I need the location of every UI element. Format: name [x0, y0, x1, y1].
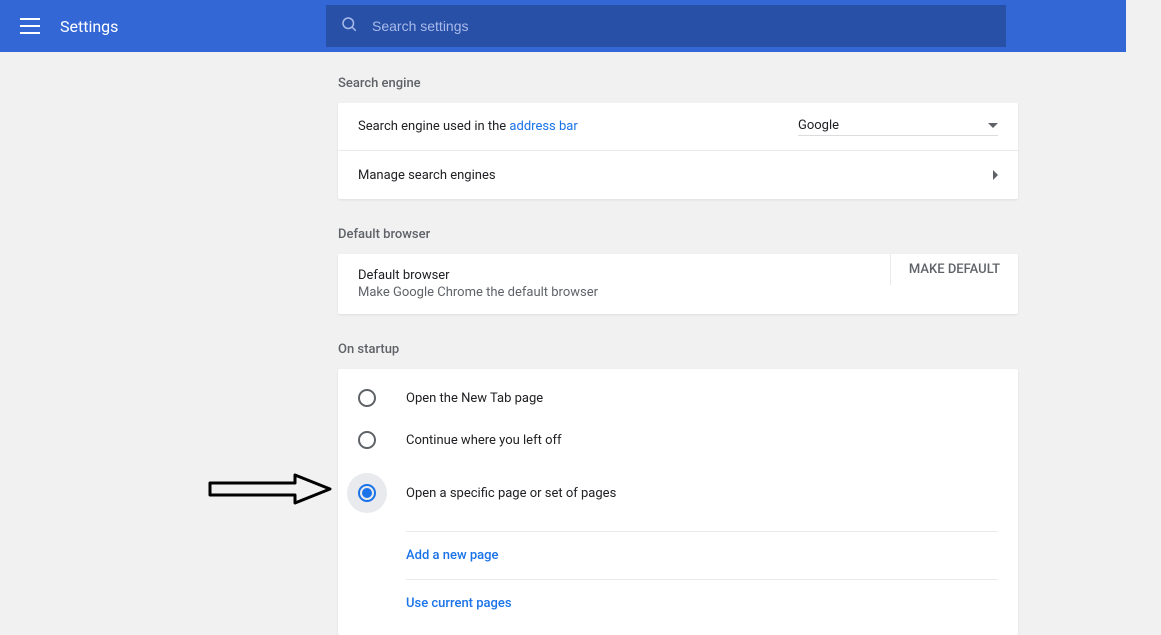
add-new-page-link[interactable]: Add a new page: [406, 532, 998, 580]
header-bar: Settings: [0, 0, 1126, 52]
search-engine-prefix: Search engine used in the: [358, 119, 509, 134]
address-bar-link[interactable]: address bar: [509, 119, 577, 134]
manage-search-engines-label: Manage search engines: [358, 168, 496, 183]
startup-sub-options: Add a new page Use current pages: [406, 531, 998, 627]
radio-icon-selected: [358, 484, 376, 502]
chevron-down-icon: [988, 123, 998, 128]
radio-specific-page[interactable]: Open a specific page or set of pages: [338, 461, 1018, 525]
search-engine-dropdown[interactable]: Google: [798, 118, 998, 136]
make-default-button[interactable]: MAKE DEFAULT: [890, 254, 1018, 285]
radio-highlight: [347, 473, 387, 513]
on-startup-card: Open the New Tab page Continue where you…: [338, 369, 1018, 635]
search-engine-value: Google: [798, 118, 839, 133]
radio-icon: [358, 431, 376, 449]
annotation-arrow-icon: [205, 470, 335, 512]
section-title-search-engine: Search engine: [338, 76, 1018, 91]
search-engine-row[interactable]: Search engine used in the address bar Go…: [338, 103, 1018, 151]
radio-label: Open the New Tab page: [406, 391, 543, 406]
search-icon: [340, 15, 358, 37]
radio-icon: [358, 389, 376, 407]
use-current-pages-link[interactable]: Use current pages: [406, 580, 998, 627]
radio-continue[interactable]: Continue where you left off: [338, 419, 1018, 461]
search-input[interactable]: [372, 18, 992, 34]
manage-search-engines-row[interactable]: Manage search engines: [338, 151, 1018, 199]
hamburger-menu-icon[interactable]: [20, 18, 40, 34]
default-browser-info: Default browser Make Google Chrome the d…: [338, 254, 890, 314]
default-browser-label: Default browser: [358, 268, 870, 283]
search-engine-label: Search engine used in the address bar: [358, 119, 578, 134]
radio-label: Continue where you left off: [406, 433, 562, 448]
page-title: Settings: [60, 17, 118, 36]
search-engine-card: Search engine used in the address bar Go…: [338, 103, 1018, 199]
section-title-default-browser: Default browser: [338, 227, 1018, 242]
search-box[interactable]: [326, 5, 1006, 47]
chevron-right-icon: [993, 170, 998, 180]
default-browser-subtext: Make Google Chrome the default browser: [358, 285, 870, 300]
radio-label: Open a specific page or set of pages: [406, 486, 616, 501]
settings-content: Search engine Search engine used in the …: [338, 76, 1018, 635]
default-browser-card: Default browser Make Google Chrome the d…: [338, 254, 1018, 314]
section-title-on-startup: On startup: [338, 342, 1018, 357]
radio-open-new-tab[interactable]: Open the New Tab page: [338, 377, 1018, 419]
